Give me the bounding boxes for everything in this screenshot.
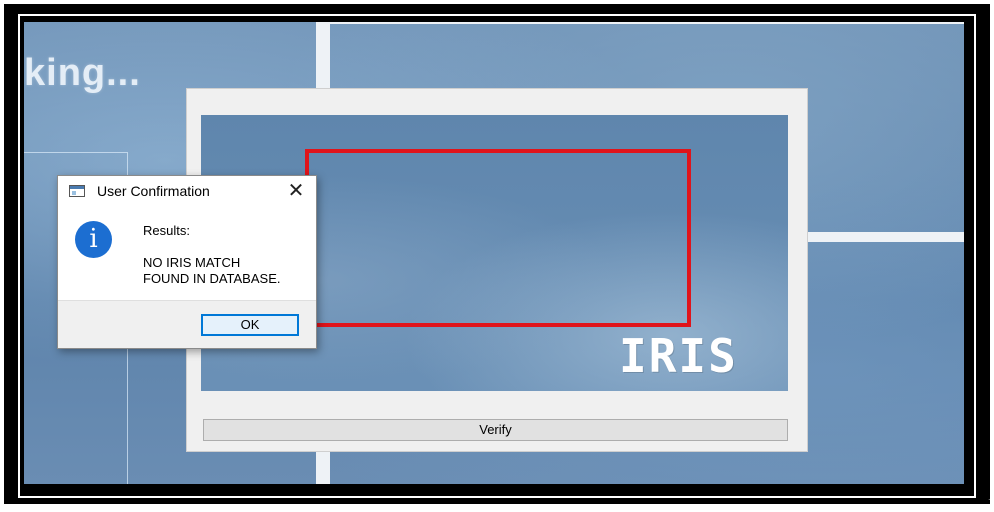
iris-watermark: IRIS <box>619 329 738 383</box>
background-window-edge <box>330 22 964 24</box>
background-app-title: king... <box>24 52 141 94</box>
verify-button[interactable]: Verify <box>203 419 788 441</box>
dialog-titlebar[interactable]: User Confirmation ✕ <box>58 176 316 206</box>
ok-button[interactable]: OK <box>201 314 299 336</box>
result-message-line: FOUND IN DATABASE. <box>143 271 281 286</box>
result-message-line: NO IRIS MATCH <box>143 255 241 270</box>
user-confirmation-dialog: User Confirmation ✕ i Results: NO IRIS M… <box>57 175 317 349</box>
background-window-edge <box>808 232 964 242</box>
result-message: NO IRIS MATCH FOUND IN DATABASE. <box>143 255 313 287</box>
dialog-title: User Confirmation <box>97 183 210 199</box>
trailing-mark: . <box>988 492 991 502</box>
dialog-footer: OK <box>58 300 316 348</box>
results-label: Results: <box>143 223 190 238</box>
info-icon: i <box>75 221 112 258</box>
window-app-icon <box>69 185 85 197</box>
iris-detection-box <box>305 149 691 327</box>
close-icon[interactable]: ✕ <box>284 178 308 202</box>
